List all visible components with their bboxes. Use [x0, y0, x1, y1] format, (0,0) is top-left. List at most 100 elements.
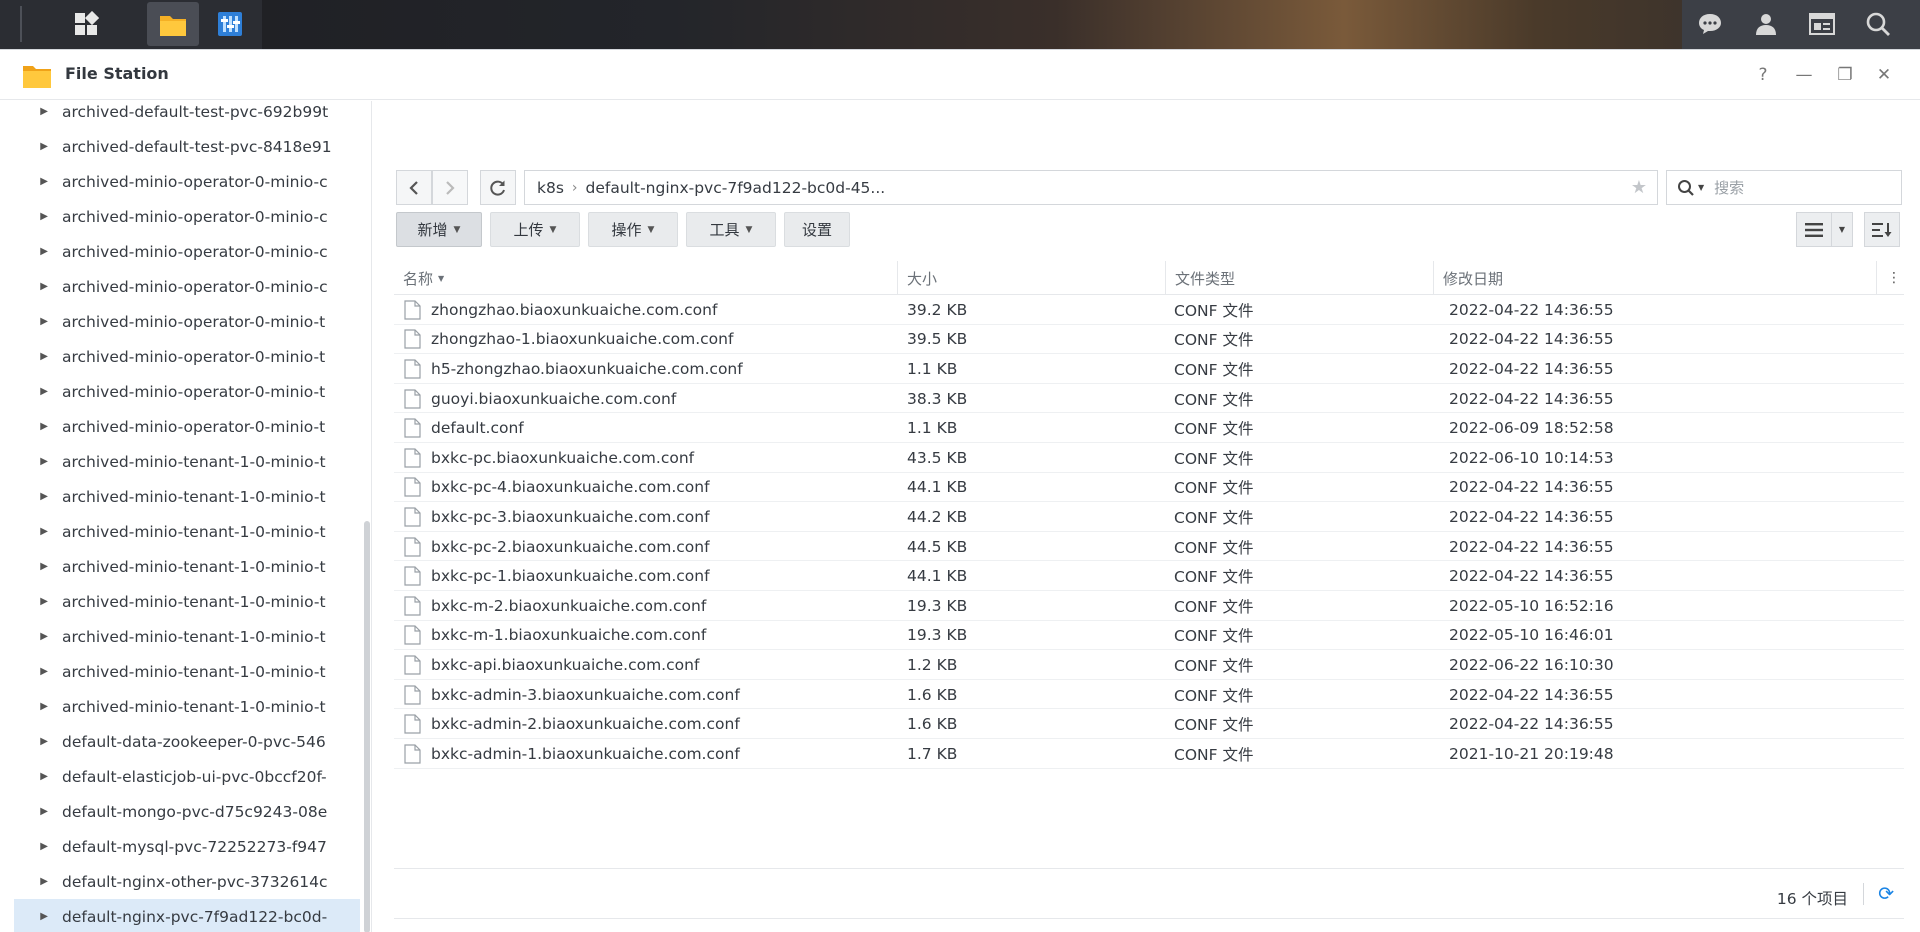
column-header-size[interactable]: 大小	[898, 261, 1166, 295]
table-row[interactable]: h5-zhongzhao.biaoxunkuaiche.com.conf 1.1 …	[394, 354, 1904, 384]
expand-arrow-icon[interactable]: ▶	[14, 211, 62, 222]
expand-arrow-icon[interactable]: ▶	[14, 911, 62, 922]
expand-arrow-icon[interactable]: ▶	[14, 421, 62, 432]
search-input[interactable]: 搜索	[1714, 177, 1744, 198]
expand-arrow-icon[interactable]: ▶	[14, 386, 62, 397]
folder-tree-item[interactable]: ▶ archived-minio-operator-0-minio-t	[14, 304, 360, 339]
expand-arrow-icon[interactable]: ▶	[14, 561, 62, 572]
sidebar-scrollbar[interactable]	[364, 521, 370, 932]
folder-tree-item[interactable]: ▶ archived-minio-operator-0-minio-c	[14, 269, 360, 304]
expand-arrow-icon[interactable]: ▶	[14, 176, 62, 187]
expand-arrow-icon[interactable]: ▶	[14, 526, 62, 537]
table-row[interactable]: bxkc-pc-2.biaoxunkuaiche.com.conf 44.5 KB…	[394, 532, 1904, 562]
folder-tree-item[interactable]: ▶ default-elasticjob-ui-pvc-0bccf20f-	[14, 759, 360, 794]
folder-tree-item[interactable]: ▶ archived-minio-operator-0-minio-t	[14, 409, 360, 444]
expand-arrow-icon[interactable]: ▶	[14, 841, 62, 852]
table-row[interactable]: bxkc-m-1.biaoxunkuaiche.com.conf 19.3 KB C…	[394, 621, 1904, 651]
folder-tree-item[interactable]: ▶ archived-minio-operator-0-minio-t	[14, 339, 360, 374]
view-mode-dropdown[interactable]: ▼	[1831, 212, 1853, 247]
expand-arrow-icon[interactable]: ▶	[14, 771, 62, 782]
expand-arrow-icon[interactable]: ▶	[14, 701, 62, 712]
expand-arrow-icon[interactable]: ▶	[14, 106, 62, 117]
folder-tree-item[interactable]: ▶ archived-default-test-pvc-8418e91	[14, 129, 360, 164]
restore-button[interactable]: ❐	[1834, 64, 1856, 86]
table-row[interactable]: bxkc-pc-1.biaoxunkuaiche.com.conf 44.1 KB…	[394, 561, 1904, 591]
table-row[interactable]: bxkc-admin-3.biaoxunkuaiche.com.conf 1.6 …	[394, 680, 1904, 710]
expand-arrow-icon[interactable]: ▶	[14, 141, 62, 152]
chat-icon[interactable]	[1682, 2, 1738, 46]
table-row[interactable]: zhongzhao.biaoxunkuaiche.com.conf 39.2 KB…	[394, 295, 1904, 325]
minimize-button[interactable]: —	[1793, 64, 1815, 86]
expand-arrow-icon[interactable]: ▶	[14, 246, 62, 257]
search-field[interactable]: ▼ 搜索	[1666, 170, 1902, 205]
file-station-taskbar-icon[interactable]	[147, 2, 199, 46]
list-view-button[interactable]	[1796, 212, 1832, 247]
column-options-icon[interactable]: ⋮	[1877, 261, 1904, 295]
widgets-icon[interactable]	[1794, 2, 1850, 46]
refresh-button[interactable]	[480, 170, 516, 205]
control-panel-taskbar-icon[interactable]	[204, 2, 256, 46]
folder-tree-item[interactable]: ▶ archived-minio-tenant-1-0-minio-t	[14, 654, 360, 689]
table-row[interactable]: bxkc-admin-2.biaoxunkuaiche.com.conf 1.6 …	[394, 709, 1904, 739]
window-titlebar[interactable]: File Station ? — ❐ ✕	[0, 50, 1920, 100]
folder-tree-item[interactable]: ▶ archived-minio-tenant-1-0-minio-t	[14, 689, 360, 724]
expand-arrow-icon[interactable]: ▶	[14, 456, 62, 467]
refresh-icon[interactable]: ⟳	[1878, 883, 1894, 905]
path-bar[interactable]: k8s › default-nginx-pvc-7f9ad122-bc0d-45…	[524, 170, 1658, 205]
folder-tree-item[interactable]: ▶ default-data-zookeeper-0-pvc-546	[14, 724, 360, 759]
folder-tree-item[interactable]: ▶ archived-minio-operator-0-minio-c	[14, 234, 360, 269]
expand-arrow-icon[interactable]: ▶	[14, 666, 62, 677]
expand-arrow-icon[interactable]: ▶	[14, 351, 62, 362]
column-header-name[interactable]: 名称 ▼	[394, 261, 898, 295]
expand-arrow-icon[interactable]: ▶	[14, 491, 62, 502]
user-icon[interactable]	[1738, 2, 1794, 46]
table-row[interactable]: guoyi.biaoxunkuaiche.com.conf 38.3 KB CONF…	[394, 384, 1904, 414]
folder-tree-item[interactable]: ▶ default-nginx-pvc-7f9ad122-bc0d-	[14, 899, 360, 932]
folder-tree-item[interactable]: ▶ archived-minio-tenant-1-0-minio-t	[14, 444, 360, 479]
table-row[interactable]: default.conf 1.1 KB CONF 文件 2022-06-09 18:5…	[394, 413, 1904, 443]
table-row[interactable]: bxkc-admin-1.biaoxunkuaiche.com.conf 1.7 …	[394, 739, 1904, 769]
expand-arrow-icon[interactable]: ▶	[14, 736, 62, 747]
table-row[interactable]: bxkc-pc.biaoxunkuaiche.com.conf 43.5 KB CO…	[394, 443, 1904, 473]
expand-arrow-icon[interactable]: ▶	[14, 596, 62, 607]
action-button[interactable]: 操作 ▼	[588, 212, 678, 247]
forward-button[interactable]	[432, 170, 468, 205]
folder-tree-item[interactable]: ▶ archived-minio-tenant-1-0-minio-t	[14, 619, 360, 654]
folder-tree-item[interactable]: ▶ archived-minio-tenant-1-0-minio-t	[14, 584, 360, 619]
folder-tree-item[interactable]: ▶ archived-minio-operator-0-minio-c	[14, 199, 360, 234]
folder-tree-item[interactable]: ▶ default-mongo-pvc-d75c9243-08e	[14, 794, 360, 829]
table-row[interactable]: zhongzhao-1.biaoxunkuaiche.com.conf 39.5 …	[394, 325, 1904, 355]
expand-arrow-icon[interactable]: ▶	[14, 316, 62, 327]
settings-button[interactable]: 设置	[784, 212, 850, 247]
folder-tree-item[interactable]: ▶ archived-minio-operator-0-minio-t	[14, 374, 360, 409]
expand-arrow-icon[interactable]: ▶	[14, 631, 62, 642]
main-menu-icon[interactable]	[60, 2, 112, 46]
folder-tree-item[interactable]: ▶ archived-minio-tenant-1-0-minio-t	[14, 514, 360, 549]
close-button[interactable]: ✕	[1873, 64, 1895, 86]
folder-tree-item[interactable]: ▶ archived-minio-tenant-1-0-minio-t	[14, 549, 360, 584]
expand-arrow-icon[interactable]: ▶	[14, 281, 62, 292]
table-row[interactable]: bxkc-pc-4.biaoxunkuaiche.com.conf 44.1 KB…	[394, 473, 1904, 503]
folder-tree-item[interactable]: ▶ archived-minio-tenant-1-0-minio-t	[14, 479, 360, 514]
folder-tree-item[interactable]: ▶ default-mysql-pvc-72252273-f947	[14, 829, 360, 864]
breadcrumb-root[interactable]: k8s	[537, 179, 564, 197]
table-row[interactable]: bxkc-m-2.biaoxunkuaiche.com.conf 19.3 KB C…	[394, 591, 1904, 621]
search-icon[interactable]	[1850, 2, 1906, 46]
expand-arrow-icon[interactable]: ▶	[14, 876, 62, 887]
folder-tree-item[interactable]: ▶ archived-minio-operator-0-minio-c	[14, 164, 360, 199]
expand-arrow-icon[interactable]: ▶	[14, 806, 62, 817]
table-row[interactable]: bxkc-api.biaoxunkuaiche.com.conf 1.2 KB CO…	[394, 650, 1904, 680]
column-header-type[interactable]: 文件类型	[1166, 261, 1434, 295]
help-button[interactable]: ?	[1752, 64, 1774, 86]
folder-tree-item[interactable]: ▶ default-nginx-other-pvc-3732614c	[14, 864, 360, 899]
back-button[interactable]	[396, 170, 432, 205]
create-button[interactable]: 新增 ▼	[396, 212, 482, 247]
column-header-modified[interactable]: 修改日期	[1434, 261, 1877, 295]
favorite-star-icon[interactable]: ★	[1631, 177, 1647, 198]
folder-tree-item[interactable]: ▶ archived-default-test-pvc-692b99t	[14, 101, 360, 129]
table-row[interactable]: bxkc-pc-3.biaoxunkuaiche.com.conf 44.2 KB…	[394, 502, 1904, 532]
upload-button[interactable]: 上传 ▼	[490, 212, 580, 247]
sort-button[interactable]	[1864, 212, 1900, 247]
search-dropdown-icon[interactable]: ▼	[1698, 183, 1704, 192]
breadcrumb-current[interactable]: default-nginx-pvc-7f9ad122-bc0d-45...	[586, 179, 886, 197]
